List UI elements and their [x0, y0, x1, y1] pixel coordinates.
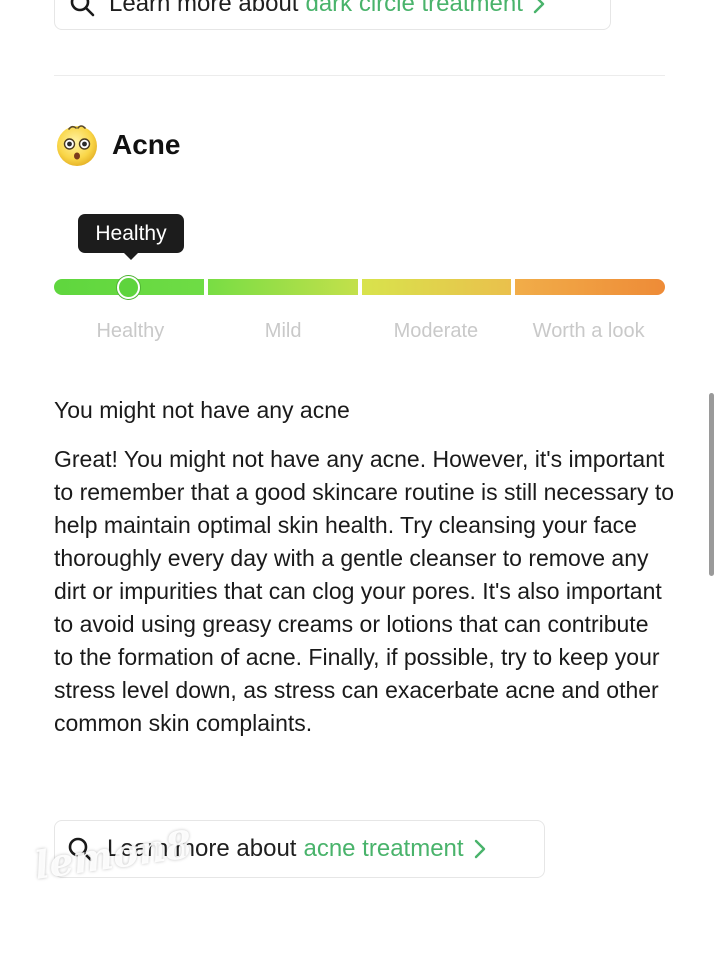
level-tooltip: Healthy: [78, 214, 184, 260]
scale-label-worth-a-look: Worth a look: [532, 320, 645, 342]
learn-more-topic-link: dark circle treatment: [305, 0, 523, 17]
shocked-face-emoji-icon: [57, 125, 97, 166]
search-icon: [68, 837, 93, 862]
chevron-right-icon: [474, 839, 485, 859]
scale-level-indicator: [117, 276, 140, 299]
learn-more-acne-button[interactable]: Learn more about acne treatment: [54, 820, 545, 878]
scale-segment-mild: [207, 279, 358, 295]
scale-segment-moderate: [361, 279, 512, 295]
scale-label-moderate: Moderate: [393, 320, 479, 342]
page: Learn more about dark circle treatment A…: [0, 0, 720, 962]
learn-more-topic-link: acne treatment: [303, 835, 464, 862]
section-divider: [54, 75, 665, 76]
section-title: Acne: [112, 129, 181, 160]
search-icon: [70, 0, 95, 17]
section-header: Acne: [54, 122, 180, 168]
scale-label-healthy: Healthy: [96, 320, 165, 342]
scale-segment-worth-a-look: [515, 279, 665, 295]
learn-more-dark-circle-button[interactable]: Learn more about dark circle treatment: [54, 0, 611, 30]
severity-scale-bar: [54, 279, 665, 295]
chevron-right-icon: [533, 0, 545, 14]
learn-more-lead-text: Learn more about: [109, 0, 299, 17]
scale-label-mild: Mild: [264, 320, 302, 342]
scale-labels: Healthy Mild Moderate Worth a look: [54, 320, 665, 343]
result-description: Great! You might not have any acne. Howe…: [54, 446, 675, 736]
scrollbar[interactable]: [709, 393, 714, 576]
result-title: You might not have any acne: [54, 397, 350, 423]
learn-more-lead-text: Learn more about: [107, 835, 297, 862]
